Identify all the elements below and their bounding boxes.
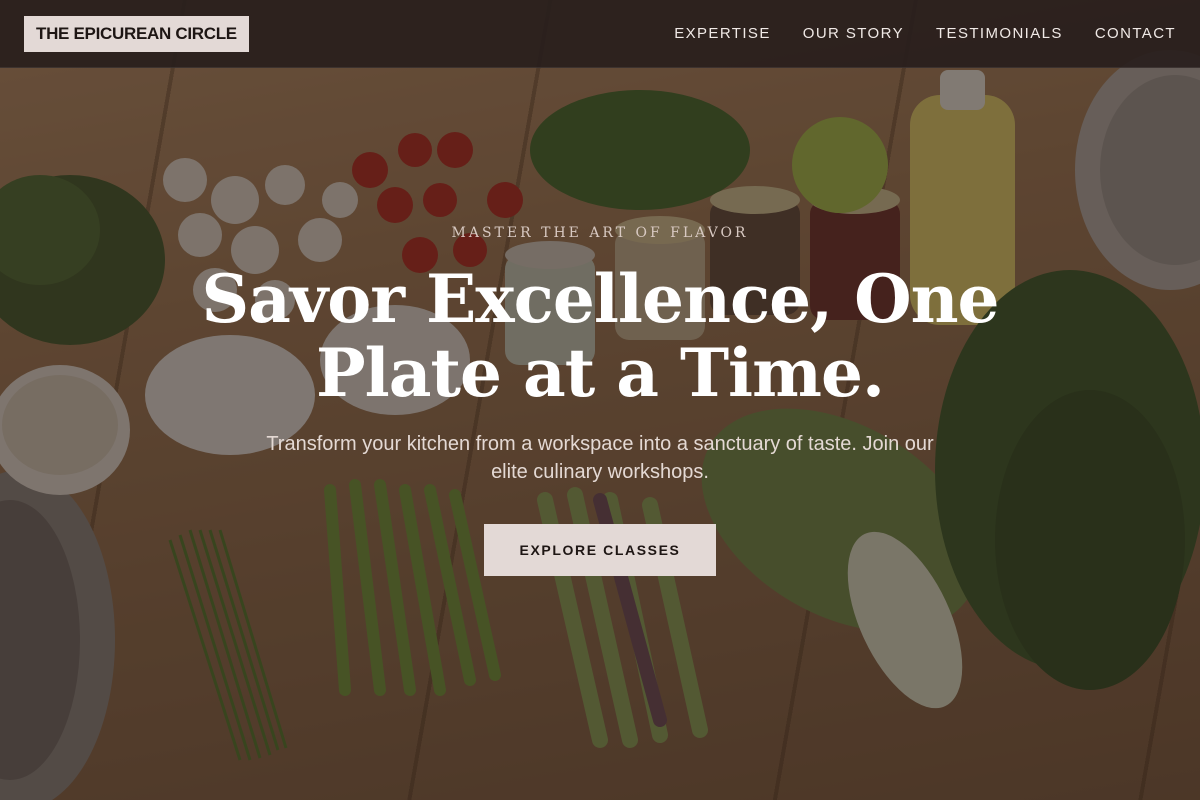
hero-eyebrow: MASTER THE ART OF FLAVOR [451, 225, 749, 241]
explore-classes-button[interactable]: EXPLORE CLASSES [484, 524, 716, 576]
hero-subtitle: Transform your kitchen from a workspace … [266, 433, 934, 483]
hero-content: MASTER THE ART OF FLAVOR Savor Excellenc… [0, 0, 1200, 800]
hero-title: Savor Excellence, One Plate at a Time. [201, 260, 999, 412]
